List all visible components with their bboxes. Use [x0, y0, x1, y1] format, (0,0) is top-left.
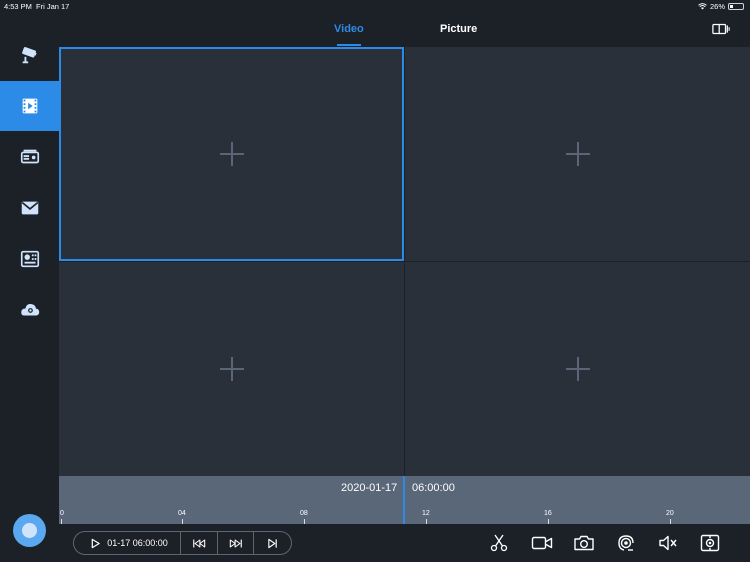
sidebar-item-playback[interactable]: [0, 81, 59, 131]
video-cell-4[interactable]: [405, 262, 750, 476]
sidebar: [0, 12, 59, 562]
timeline-date: 2020-01-17: [341, 482, 398, 494]
sidebar-item-devices[interactable]: [0, 132, 59, 182]
control-panel-icon: [19, 248, 41, 270]
battery-fill: [730, 5, 733, 8]
next-frame-button[interactable]: [254, 532, 291, 554]
add-icon[interactable]: [565, 357, 590, 381]
cctv-camera-icon: [19, 44, 41, 66]
tick-label: 12: [422, 510, 430, 517]
sidebar-item-remote[interactable]: [0, 234, 59, 284]
timeline-cursor[interactable]: [403, 476, 405, 524]
user-avatar-icon[interactable]: [13, 514, 46, 547]
header: Video Picture: [59, 12, 750, 47]
sidebar-item-cloud[interactable]: [0, 285, 59, 335]
record-icon[interactable]: [531, 533, 553, 553]
tab-video-underline: [337, 44, 361, 46]
video-cell-3[interactable]: [59, 262, 404, 476]
timeline-tick: 04: [178, 510, 186, 524]
video-cell-1[interactable]: [59, 47, 404, 261]
mail-icon: [19, 197, 41, 219]
video-cell-2[interactable]: [405, 47, 750, 261]
cloud-icon: [19, 299, 41, 321]
timeline-time: 06:00:00: [412, 482, 455, 494]
status-right: 26%: [698, 2, 744, 11]
add-icon[interactable]: [219, 142, 244, 166]
play-button[interactable]: 01-17 06:00:00: [74, 532, 182, 554]
app-root: 4:53 PM Fri Jan 17 26% Video Picture 202…: [0, 0, 750, 562]
status-time: 4:53 PM: [4, 2, 32, 11]
rewind-icon: [192, 538, 206, 549]
playback-pill: 01-17 06:00:00: [73, 531, 292, 555]
wifi-icon: [698, 3, 707, 10]
split-screen-icon[interactable]: [712, 21, 730, 37]
tab-video[interactable]: Video: [334, 23, 364, 35]
timeline-tick: 20: [666, 510, 674, 524]
dvr-device-icon: [19, 146, 41, 168]
tab-picture[interactable]: Picture: [440, 23, 477, 35]
status-bar: 4:53 PM Fri Jan 17 26%: [0, 0, 750, 12]
snapshot-icon[interactable]: [573, 533, 594, 553]
status-date: Fri Jan 17: [36, 2, 70, 11]
timeline-tick: 0: [60, 510, 64, 524]
sidebar-item-messages[interactable]: [0, 183, 59, 233]
tick-label: 16: [544, 510, 552, 517]
timeline[interactable]: 2020-01-17 06:00:00 0 04 08 12 16 20: [59, 476, 750, 524]
tick-label: 08: [300, 510, 308, 517]
fullscreen-capture-icon[interactable]: [699, 533, 720, 553]
tick-label: 0: [60, 510, 64, 517]
scissors-icon[interactable]: [489, 533, 509, 553]
avatar-inner: [22, 523, 37, 538]
timeline-tick: 16: [544, 510, 552, 524]
playback-time: 01-17 06:00:00: [107, 538, 168, 548]
add-icon[interactable]: [219, 357, 244, 381]
mute-icon[interactable]: [657, 533, 677, 553]
timeline-tick: 08: [300, 510, 308, 524]
next-frame-icon: [267, 538, 278, 549]
add-icon[interactable]: [565, 142, 590, 166]
tick-label: 20: [666, 510, 674, 517]
play-icon: [90, 538, 101, 549]
battery-percent: 26%: [709, 2, 725, 11]
video-grid: [59, 47, 750, 476]
rewind-button[interactable]: [181, 532, 218, 554]
talk-icon[interactable]: [615, 533, 635, 553]
video-playback-icon: [19, 95, 41, 117]
timeline-tick: 12: [422, 510, 430, 524]
fast-forward-button[interactable]: [218, 532, 255, 554]
playback-controls: 01-17 06:00:00: [59, 524, 750, 562]
sidebar-item-live[interactable]: [0, 30, 59, 80]
tick-label: 04: [178, 510, 186, 517]
fast-forward-icon: [229, 538, 243, 549]
battery-icon: [728, 3, 744, 10]
